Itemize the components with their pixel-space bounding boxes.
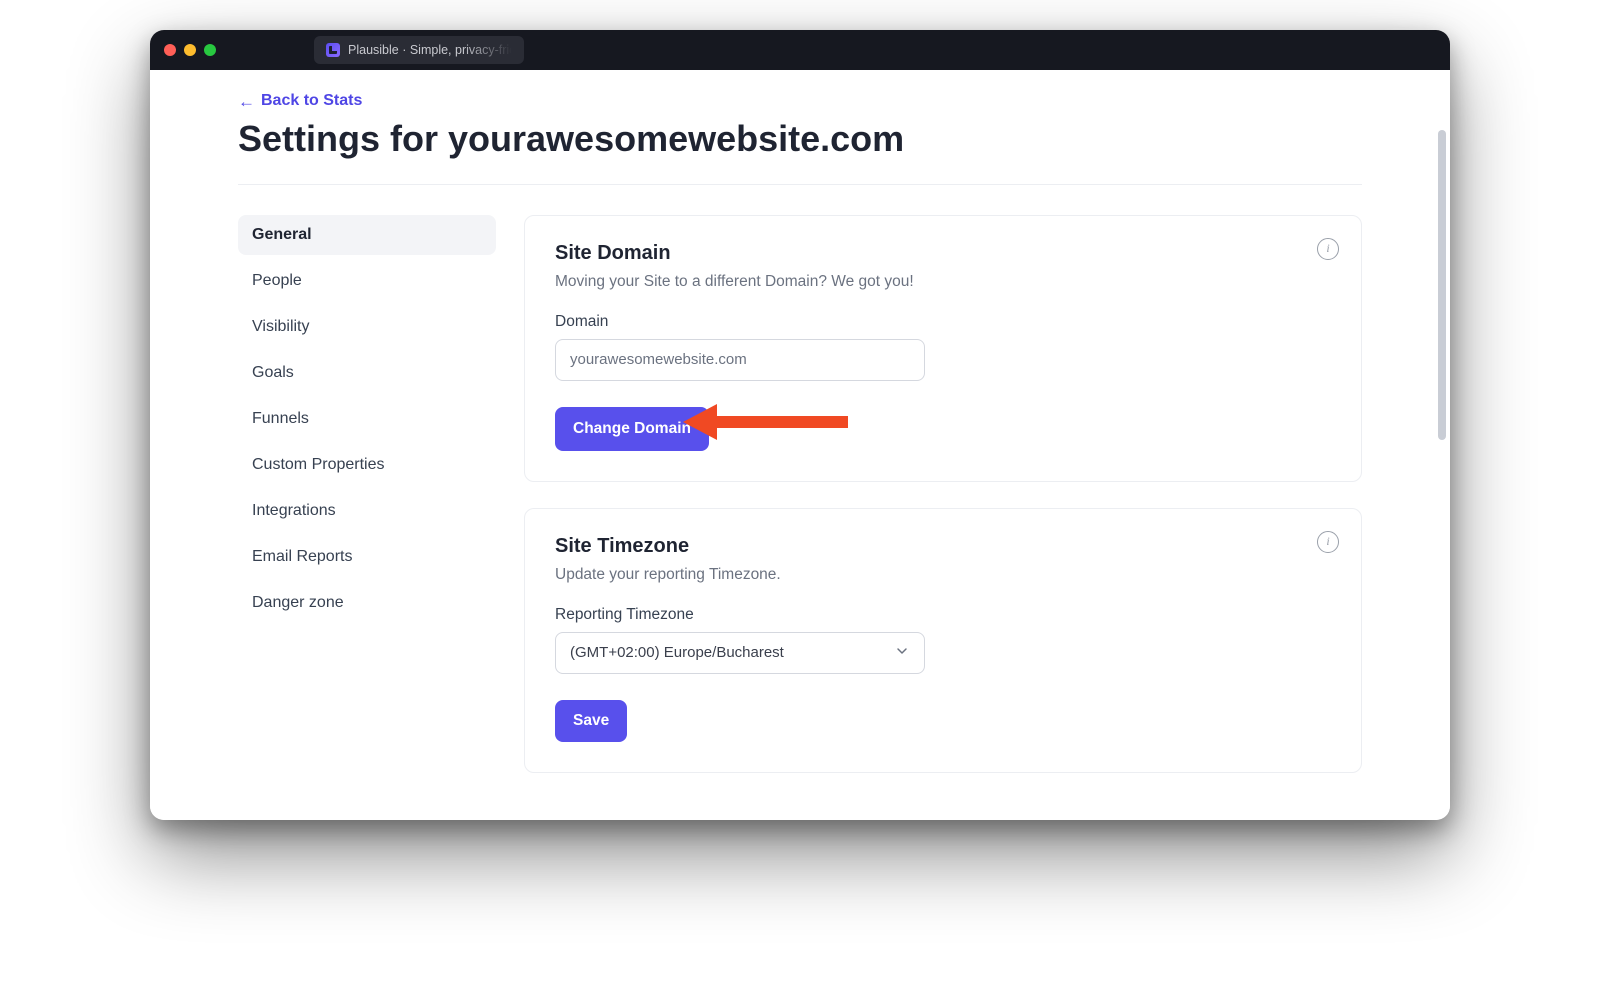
sidebar-item-label: Danger zone xyxy=(252,594,344,611)
plausible-favicon-icon xyxy=(326,43,340,57)
header-divider xyxy=(238,184,1362,185)
change-domain-button[interactable]: Change Domain xyxy=(555,407,709,451)
title-bar: Plausible · Simple, privacy-frien xyxy=(150,30,1450,70)
timezone-selected-value: (GMT+02:00) Europe/Bucharest xyxy=(570,644,784,661)
back-to-stats-link[interactable]: ← Back to Stats xyxy=(238,92,362,110)
page-title: Settings for yourawesomewebsite.com xyxy=(238,118,1362,160)
site-timezone-card: i Site Timezone Update your reporting Ti… xyxy=(524,508,1362,773)
sidebar-item-funnels[interactable]: Funnels xyxy=(238,399,496,439)
card-subtitle: Moving your Site to a different Domain? … xyxy=(555,273,1331,291)
timezone-field-label: Reporting Timezone xyxy=(555,606,1331,624)
back-link-label: Back to Stats xyxy=(261,92,362,110)
vertical-scrollbar[interactable] xyxy=(1438,130,1446,440)
window-close-button[interactable] xyxy=(164,44,176,56)
sidebar-item-visibility[interactable]: Visibility xyxy=(238,307,496,347)
sidebar-item-custom-properties[interactable]: Custom Properties xyxy=(238,445,496,485)
timezone-select[interactable]: (GMT+02:00) Europe/Bucharest xyxy=(555,632,925,674)
sidebar-item-label: Custom Properties xyxy=(252,456,385,473)
traffic-lights xyxy=(164,44,216,56)
chevron-down-icon xyxy=(894,643,910,663)
sidebar-item-general[interactable]: General xyxy=(238,215,496,255)
sidebar-item-people[interactable]: People xyxy=(238,261,496,301)
card-subtitle: Update your reporting Timezone. xyxy=(555,566,1331,584)
button-label: Change Domain xyxy=(573,420,691,438)
sidebar-item-integrations[interactable]: Integrations xyxy=(238,491,496,531)
sidebar-item-label: Integrations xyxy=(252,502,336,519)
info-icon[interactable]: i xyxy=(1317,531,1339,553)
sidebar-item-label: General xyxy=(252,226,312,243)
browser-tab[interactable]: Plausible · Simple, privacy-frien xyxy=(314,36,524,64)
save-timezone-button[interactable]: Save xyxy=(555,700,627,742)
page-viewport: ← Back to Stats Settings for yourawesome… xyxy=(150,70,1450,820)
sidebar-item-goals[interactable]: Goals xyxy=(238,353,496,393)
window-fullscreen-button[interactable] xyxy=(204,44,216,56)
sidebar-item-label: People xyxy=(252,272,302,289)
info-icon[interactable]: i xyxy=(1317,238,1339,260)
card-title: Site Domain xyxy=(555,242,1331,265)
arrow-left-icon: ← xyxy=(238,93,255,110)
sidebar-item-label: Goals xyxy=(252,364,294,381)
sidebar-item-danger-zone[interactable]: Danger zone xyxy=(238,583,496,623)
settings-sidebar: General People Visibility Goals Funnels … xyxy=(238,215,496,629)
domain-input[interactable]: yourawesomewebsite.com xyxy=(555,339,925,381)
site-domain-card: i Site Domain Moving your Site to a diff… xyxy=(524,215,1362,482)
browser-window: Plausible · Simple, privacy-frien ← Back… xyxy=(150,30,1450,820)
window-minimize-button[interactable] xyxy=(184,44,196,56)
domain-input-value: yourawesomewebsite.com xyxy=(570,351,747,368)
sidebar-item-label: Visibility xyxy=(252,318,310,335)
sidebar-item-email-reports[interactable]: Email Reports xyxy=(238,537,496,577)
sidebar-item-label: Email Reports xyxy=(252,548,352,565)
button-label: Save xyxy=(573,712,609,730)
browser-tab-label: Plausible · Simple, privacy-frien xyxy=(348,43,512,57)
domain-field-label: Domain xyxy=(555,313,1331,331)
card-title: Site Timezone xyxy=(555,535,1331,558)
sidebar-item-label: Funnels xyxy=(252,410,309,427)
